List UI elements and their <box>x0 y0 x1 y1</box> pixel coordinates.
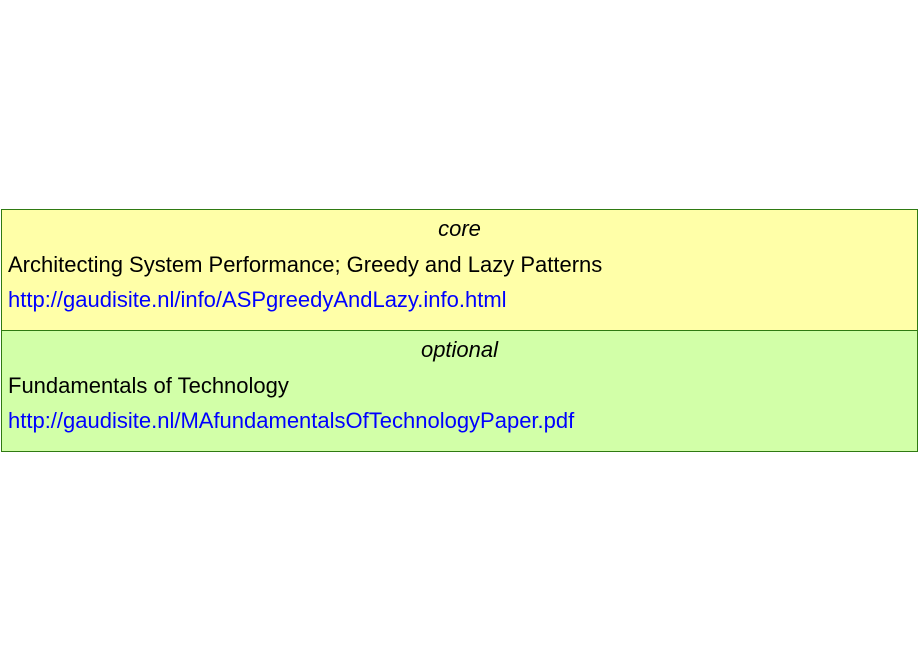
optional-heading: optional <box>420 337 499 362</box>
optional-link[interactable]: http://gaudisite.nl/MAfundamentalsOfTech… <box>8 408 574 434</box>
optional-title: Fundamentals of Technology <box>8 373 289 398</box>
core-heading: core <box>438 216 481 241</box>
optional-section: optional Fundamentals of Technology http… <box>1 330 918 452</box>
core-section: core Architecting System Performance; Gr… <box>1 209 918 331</box>
core-title: Architecting System Performance; Greedy … <box>8 252 603 277</box>
core-link[interactable]: http://gaudisite.nl/info/ASPgreedyAndLaz… <box>8 287 507 313</box>
